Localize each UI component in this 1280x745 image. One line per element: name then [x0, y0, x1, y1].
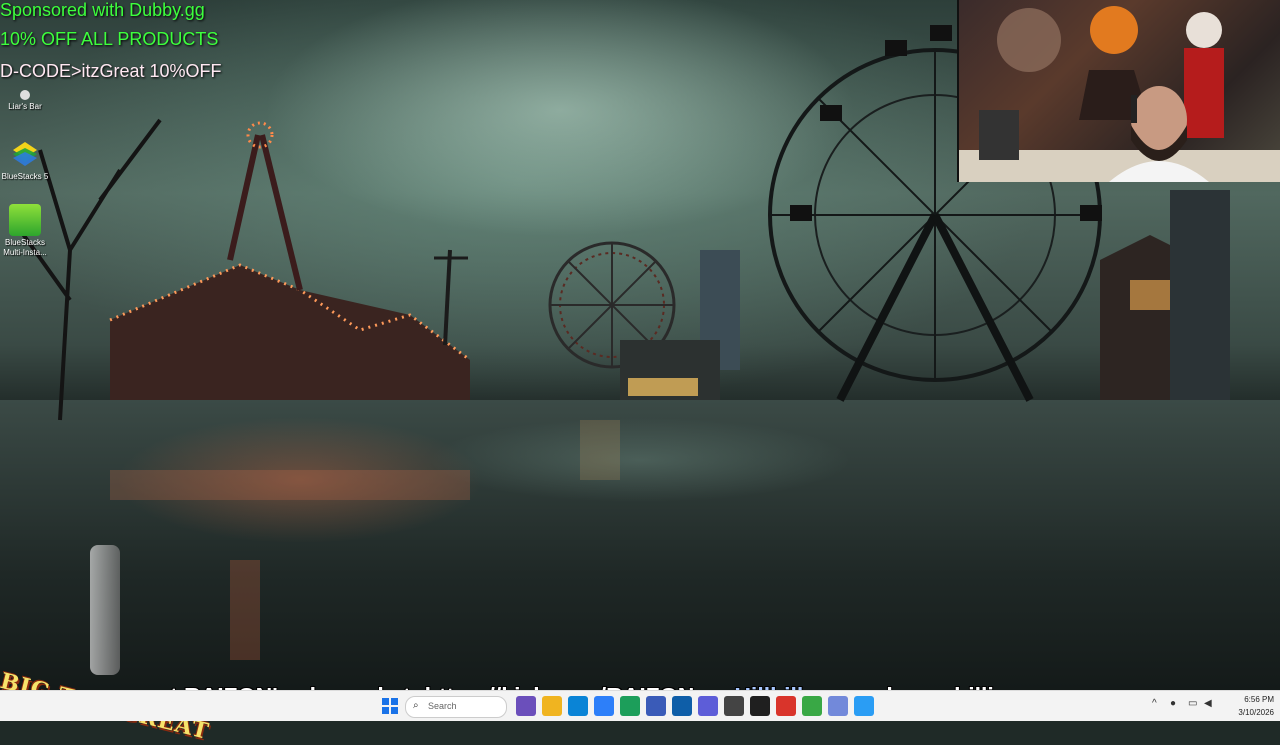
bluestacks-icon [9, 138, 41, 170]
browser-icon[interactable] [672, 696, 692, 716]
start-button[interactable] [380, 696, 400, 716]
search-icon: ⌕ [413, 700, 419, 711]
clock-time: 6:56 PM [1244, 695, 1274, 704]
sponsor-code: D-CODE>itzGreat 10%OFF [0, 61, 222, 81]
chat-icon[interactable] [724, 696, 744, 716]
steam-icon[interactable] [776, 696, 796, 716]
chevron-up-icon[interactable]: ^ [1152, 698, 1157, 709]
search-placeholder: Search [428, 701, 457, 711]
vpn-icon[interactable] [646, 696, 666, 716]
mail-icon[interactable] [620, 696, 640, 716]
obs-icon[interactable] [750, 696, 770, 716]
webcam-feed [957, 0, 1280, 182]
desktop-icon-bluestacks-multi[interactable]: BlueStacks Multi-Insta... [0, 204, 50, 258]
bluestacks-multi-instance-icon [9, 204, 41, 236]
microphone-icon[interactable]: ● [1170, 698, 1176, 709]
store-icon[interactable] [594, 696, 614, 716]
liars-bar-icon [20, 90, 30, 100]
edge-icon[interactable] [568, 696, 588, 716]
mic-graphic [90, 545, 120, 675]
chrome-icon[interactable] [802, 696, 822, 716]
desktop-icon-label: BlueStacks 5 [1, 172, 49, 181]
system-tray: ^ ● ▭ ◀ [1150, 691, 1220, 721]
taskbar-search[interactable]: ⌕ Search [405, 696, 507, 718]
volume-icon[interactable]: ◀ [1204, 698, 1212, 709]
file-explorer-icon[interactable] [542, 696, 562, 716]
taskbar-app-icon[interactable] [516, 696, 536, 716]
tower-lights [246, 121, 274, 149]
network-icon[interactable]: ▭ [1188, 698, 1197, 709]
desktop-icon-bluestacks[interactable]: BlueStacks 5 [0, 138, 50, 182]
discord-icon[interactable] [828, 696, 848, 716]
sponsor-line-1: Sponsored with Dubby.gg [0, 0, 205, 20]
game-icon[interactable] [698, 696, 718, 716]
settings-icon[interactable] [854, 696, 874, 716]
desktop-icon-label: BlueStacks Multi-Insta... [3, 238, 47, 257]
circus-tent [110, 265, 470, 400]
sponsor-line-2: 10% OFF ALL PRODUCTS [0, 29, 219, 49]
taskbar-clock[interactable]: 6:56 PM 3/10/2026 [1222, 693, 1274, 719]
desktop-icon-liars-bar[interactable]: Liar's Bar [0, 90, 50, 112]
taskbar: ⌕ Search ^ ● ▭ ◀ 6:56 PM 3/10/2026 [0, 690, 1280, 721]
clock-date: 3/10/2026 [1238, 708, 1274, 717]
desktop-icon-label: Liar's Bar [8, 102, 42, 111]
